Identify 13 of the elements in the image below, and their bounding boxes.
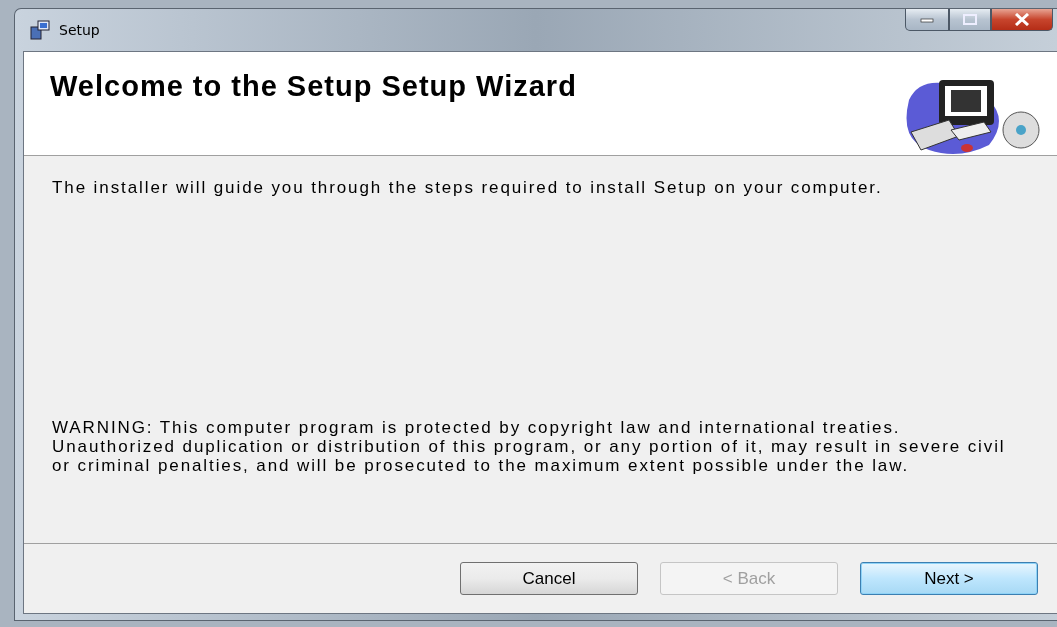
wizard-title: Welcome to the Setup Setup Wizard (50, 70, 577, 104)
wizard-button[interactable]: Next > (860, 562, 1038, 595)
minimize-icon (920, 16, 934, 23)
minimize-button[interactable] (905, 9, 949, 31)
maximize-button[interactable] (949, 9, 991, 31)
window-title: Setup (59, 22, 100, 38)
maximize-icon (963, 14, 977, 25)
close-button[interactable] (991, 9, 1053, 31)
close-icon (1014, 13, 1030, 26)
warning-text: WARNING: This computer program is protected by copyright law and international treaties. Unauthorized duplication or distribution of this program, or any portion of it, may result in severe civil or criminal penalties, and will be prosecuted to the maximum extent possible under the law. (52, 418, 1007, 475)
installer-icon (29, 19, 51, 41)
intro-text: The installer will guide you through the steps required to install Setup on your computer. (52, 178, 884, 197)
wizard-button[interactable]: Cancel (460, 562, 638, 595)
